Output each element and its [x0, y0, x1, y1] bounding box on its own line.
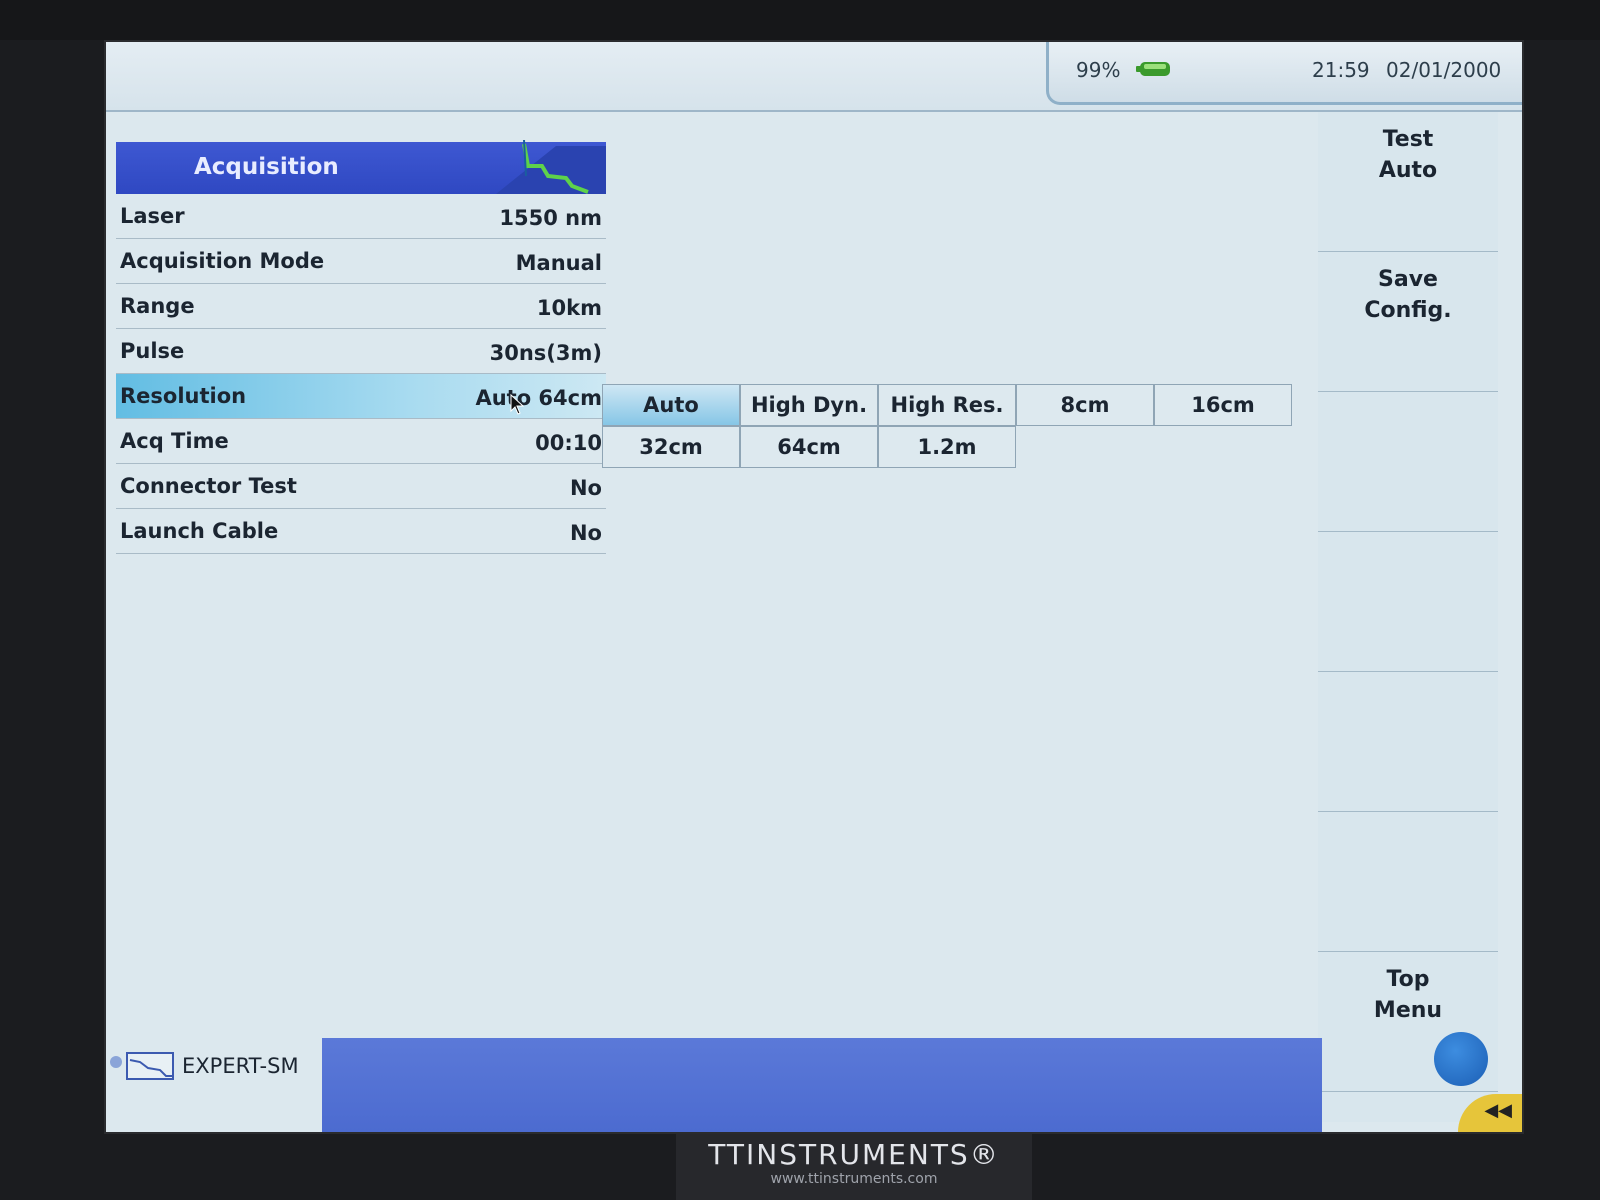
row-launch-cable[interactable]: Launch Cable No: [116, 509, 606, 554]
row-value: 00:10: [535, 431, 602, 455]
clock: 21:59: [1312, 58, 1370, 82]
resolution-option-16cm[interactable]: 16cm: [1154, 384, 1292, 426]
row-value: No: [569, 476, 602, 500]
softkey-label: Test: [1382, 127, 1434, 152]
resolution-option-high-res[interactable]: High Res.: [878, 384, 1016, 426]
softkey-label: Save: [1378, 267, 1438, 292]
softkey-label: Config.: [1364, 298, 1452, 323]
row-label: Range: [120, 294, 195, 318]
date: 02/01/2000: [1386, 58, 1502, 82]
row-label: Laser: [120, 204, 185, 228]
otdr-trace-icon: [496, 139, 606, 194]
row-acquisition-mode[interactable]: Acquisition Mode Manual: [116, 239, 606, 284]
softkey-test-auto[interactable]: Test Auto: [1318, 112, 1498, 252]
otdr-trace-icon: [126, 1052, 174, 1080]
softkey-empty-3[interactable]: [1318, 392, 1498, 532]
row-acq-time[interactable]: Acq Time 00:10: [116, 419, 606, 464]
row-connector-test[interactable]: Connector Test No: [116, 464, 606, 509]
softkey-label: Auto: [1378, 158, 1438, 183]
row-laser[interactable]: Laser 1550 nm: [116, 194, 606, 239]
status-dot-icon: [110, 1056, 122, 1068]
row-resolution[interactable]: Resolution Auto 64cm: [116, 374, 606, 419]
resolution-option-8cm[interactable]: 8cm: [1016, 384, 1154, 426]
rewind-icon: ◀◀: [1484, 1100, 1512, 1121]
acquisition-header: Acquisition: [116, 139, 606, 194]
mouse-cursor-icon: [510, 394, 525, 415]
row-value: 30ns(3m): [489, 341, 602, 365]
acquisition-panel: Acquisition Laser 1550 nm Acquisition Mo…: [116, 139, 606, 554]
brand-name: TTINSTRUMENTS®: [708, 1138, 1000, 1171]
row-value: No: [569, 521, 602, 545]
resolution-option-high-dyn[interactable]: High Dyn.: [740, 384, 878, 426]
battery-icon: [1136, 62, 1170, 76]
brand-url: www.ttinstruments.com: [770, 1171, 938, 1187]
row-label: Acquisition Mode: [120, 249, 325, 273]
row-value: Manual: [515, 251, 602, 275]
status-bar: 99% 21:59 02/01/2000: [106, 42, 1522, 112]
softkey-empty-6[interactable]: [1318, 812, 1498, 952]
softkey-label: Top: [1386, 967, 1430, 992]
row-label: Connector Test: [120, 474, 297, 498]
bottom-status-band: [322, 1038, 1322, 1132]
row-label: Resolution: [120, 384, 247, 408]
softkey-empty-4[interactable]: [1318, 532, 1498, 672]
resolution-option-auto[interactable]: Auto: [602, 384, 740, 426]
row-label: Launch Cable: [120, 519, 279, 543]
touch-indicator-icon: [1434, 1032, 1488, 1086]
row-value: Auto 64cm: [475, 386, 602, 410]
resolution-option-1-2m[interactable]: 1.2m: [878, 426, 1016, 468]
resolution-option-32cm[interactable]: 32cm: [602, 426, 740, 468]
row-pulse[interactable]: Pulse 30ns(3m): [116, 329, 606, 374]
softkey-column: Test Auto Save Config. Top Menu: [1318, 112, 1498, 1122]
device-brand-badge: TTINSTRUMENTS® www.ttinstruments.com: [676, 1134, 1032, 1200]
acquisition-title: Acquisition: [194, 154, 339, 180]
row-value: 10km: [536, 296, 602, 320]
resolution-option-64cm[interactable]: 64cm: [740, 426, 878, 468]
softkey-save-config[interactable]: Save Config.: [1318, 252, 1498, 392]
row-label: Acq Time: [120, 429, 229, 453]
mode-indicator: EXPERT-SM: [106, 1046, 322, 1092]
softkey-label: Menu: [1373, 998, 1443, 1023]
mode-text: EXPERT-SM: [182, 1054, 299, 1078]
battery-percent: 99%: [1076, 58, 1121, 82]
row-range[interactable]: Range 10km: [116, 284, 606, 329]
otdr-screen: 99% 21:59 02/01/2000 Acquisition Laser 1…: [104, 40, 1524, 1134]
softkey-empty-5[interactable]: [1318, 672, 1498, 812]
row-label: Pulse: [120, 339, 185, 363]
row-value: 1550 nm: [499, 206, 602, 230]
device-bezel: [0, 0, 1600, 40]
